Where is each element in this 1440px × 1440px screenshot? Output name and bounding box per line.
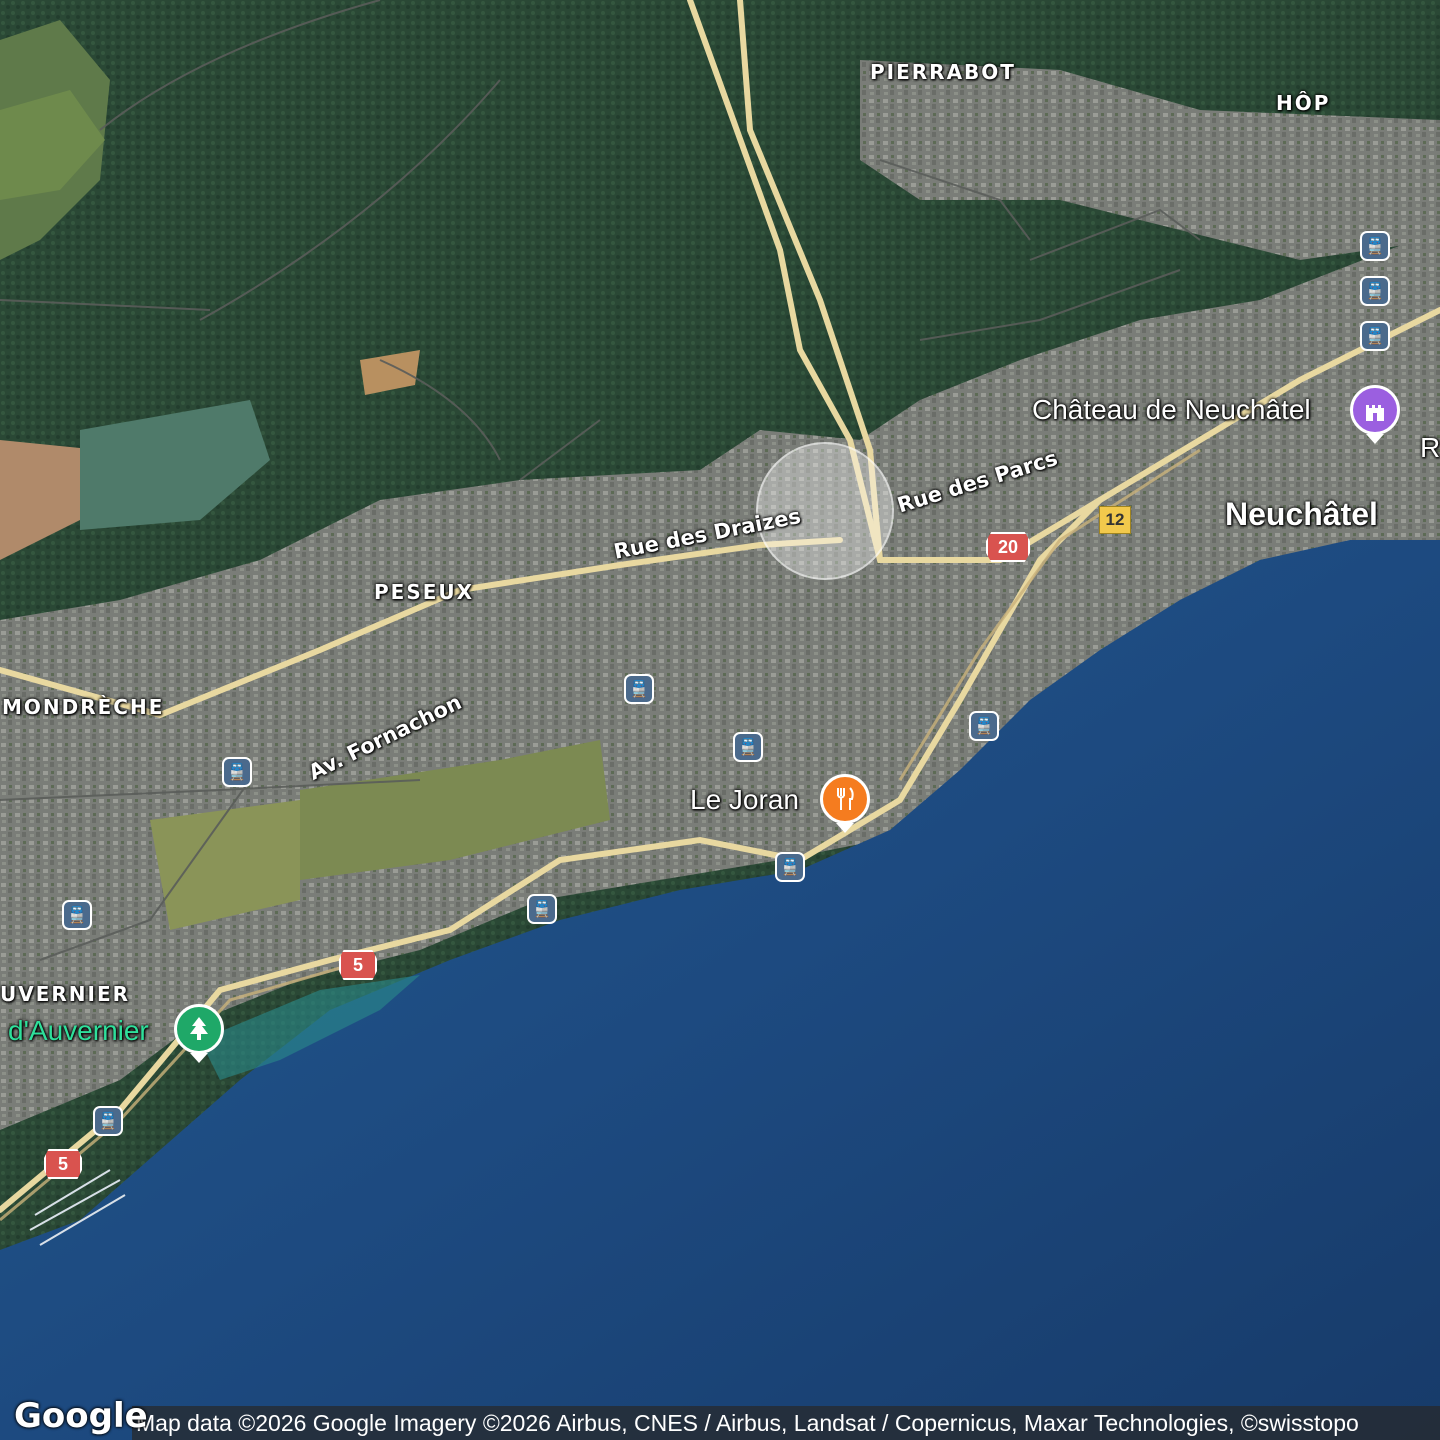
train-icon: 🚆 [98, 1113, 118, 1130]
google-logo[interactable]: Google [14, 1396, 148, 1436]
restaurant-icon [837, 787, 854, 810]
train-icon: 🚆 [629, 681, 649, 698]
satellite-map[interactable]: PIERRABOT HÔP PESEUX MONDRÈCHE UVERNIER … [0, 0, 1440, 1440]
train-icon: 🚆 [227, 764, 247, 781]
castle-marker[interactable] [1350, 385, 1400, 435]
map-imagery [0, 0, 1440, 1440]
transit-stop-5[interactable]: 🚆 [733, 732, 763, 762]
train-icon: 🚆 [1365, 283, 1385, 300]
train-icon: 🚆 [738, 739, 758, 756]
transit-stop-6[interactable]: 🚆 [969, 711, 999, 741]
restaurant-marker[interactable] [820, 774, 870, 824]
transit-stop-10[interactable]: 🚆 [62, 900, 92, 930]
route-shield-5-a[interactable]: 5 [339, 950, 377, 980]
transit-stop-9[interactable]: 🚆 [527, 894, 557, 924]
train-icon: 🚆 [1365, 238, 1385, 255]
route-shield-5-b[interactable]: 5 [44, 1149, 82, 1179]
train-icon: 🚆 [67, 907, 87, 924]
transit-stop-2[interactable]: 🚆 [1360, 276, 1390, 306]
castle-icon [1366, 405, 1384, 421]
transit-stop-7[interactable]: 🚆 [222, 757, 252, 787]
map-attribution[interactable]: Map data ©2026 Google Imagery ©2026 Airb… [132, 1406, 1440, 1440]
transit-stop-8[interactable]: 🚆 [775, 852, 805, 882]
tree-icon [190, 1017, 208, 1040]
park-marker[interactable] [174, 1004, 224, 1054]
train-icon: 🚆 [974, 718, 994, 735]
train-icon: 🚆 [780, 859, 800, 876]
route-shield-12[interactable]: 12 [1099, 506, 1131, 534]
map-footer: Map data ©2026 Google Imagery ©2026 Airb… [0, 1396, 1440, 1440]
train-icon: 🚆 [532, 901, 552, 918]
location-accuracy-circle [756, 442, 894, 580]
train-icon: 🚆 [1365, 328, 1385, 345]
transit-stop-1[interactable]: 🚆 [1360, 231, 1390, 261]
transit-stop-11[interactable]: 🚆 [93, 1106, 123, 1136]
transit-stop-4[interactable]: 🚆 [624, 674, 654, 704]
route-shield-20[interactable]: 20 [986, 532, 1030, 562]
transit-stop-3[interactable]: 🚆 [1360, 321, 1390, 351]
